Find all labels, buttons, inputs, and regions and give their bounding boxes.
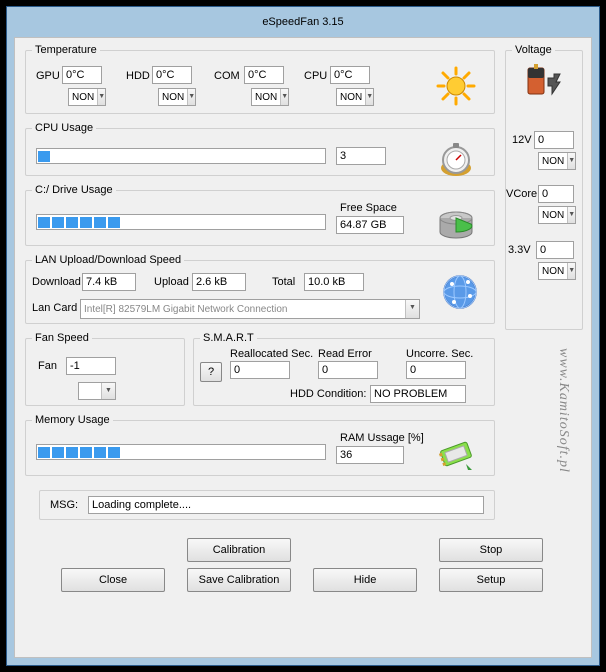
smart-group: S.M.A.R.T Reallocated Sec. Read Error Un… xyxy=(193,332,495,406)
realloc-label: Reallocated Sec. xyxy=(230,348,313,360)
calibration-button[interactable]: Calibration xyxy=(187,538,291,562)
window-title: eSpeedFan 3.15 xyxy=(262,16,343,28)
condition-value[interactable] xyxy=(370,385,466,403)
temperature-group: Temperature GPU NON▼ HDD NON▼ COM NON▼ C… xyxy=(25,44,495,114)
msg-value[interactable] xyxy=(88,496,484,514)
lan-card-select[interactable]: Intel[R] 82579LM Gigabit Network Connect… xyxy=(80,299,420,319)
msg-label: MSG: xyxy=(50,499,78,511)
smart-help-button[interactable]: ? xyxy=(200,362,222,382)
cpu-label: CPU xyxy=(304,70,327,82)
drive-usage-legend: C:/ Drive Usage xyxy=(32,184,116,196)
read-error-label: Read Error xyxy=(318,348,372,360)
vcore-label: VCore xyxy=(506,188,537,200)
vcore-mode-select[interactable]: NON▼ xyxy=(538,206,576,224)
hide-button[interactable]: Hide xyxy=(313,568,417,592)
cpu-mode-select[interactable]: NON▼ xyxy=(336,88,374,106)
drive-usage-group: C:/ Drive Usage Free Space xyxy=(25,184,495,246)
realloc-value[interactable] xyxy=(230,361,290,379)
setup-button[interactable]: Setup xyxy=(439,568,543,592)
branding-text: www.KamitoSoft.pl xyxy=(555,348,571,473)
temperature-legend: Temperature xyxy=(32,44,100,56)
read-error-value[interactable] xyxy=(318,361,378,379)
upload-label: Upload xyxy=(154,276,189,288)
chevron-down-icon: ▼ xyxy=(97,89,105,105)
bar-segment xyxy=(38,151,50,162)
com-value[interactable] xyxy=(244,66,284,84)
ram-value[interactable] xyxy=(336,446,404,464)
chevron-down-icon: ▼ xyxy=(567,153,575,169)
com-mode-select[interactable]: NON▼ xyxy=(251,88,289,106)
fan-speed-legend: Fan Speed xyxy=(32,332,92,344)
chevron-down-icon: ▼ xyxy=(405,300,419,318)
titlebar[interactable]: eSpeedFan 3.15 xyxy=(7,7,599,35)
stopwatch-icon xyxy=(436,138,476,178)
cpu-usage-bar xyxy=(36,148,326,164)
chevron-down-icon: ▼ xyxy=(567,207,575,223)
fan-value[interactable] xyxy=(66,357,116,375)
drive-icon xyxy=(436,204,476,244)
chevron-down-icon: ▼ xyxy=(101,383,115,399)
cpu-value[interactable] xyxy=(330,66,370,84)
v33-label: 3.3V xyxy=(508,244,531,256)
smart-legend: S.M.A.R.T xyxy=(200,332,257,344)
msg-group: MSG: xyxy=(39,490,495,520)
v33-value[interactable] xyxy=(536,241,574,259)
voltage-group: Voltage 12V NON▼ VCore NON▼ 3.3V NON▼ xyxy=(505,44,583,330)
hdd-label: HDD xyxy=(126,70,150,82)
memory-legend: Memory Usage xyxy=(32,414,113,426)
uncorr-label: Uncorre. Sec. xyxy=(406,348,473,360)
uncorr-value[interactable] xyxy=(406,361,466,379)
cpu-usage-value[interactable] xyxy=(336,147,386,165)
battery-plug-icon xyxy=(522,62,566,102)
close-button[interactable]: Close xyxy=(61,568,165,592)
chevron-down-icon: ▼ xyxy=(187,89,195,105)
free-space-label: Free Space xyxy=(340,202,397,214)
lan-card-label: Lan Card xyxy=(32,302,77,314)
condition-label: HDD Condition: xyxy=(290,388,366,400)
v12-label: 12V xyxy=(512,134,532,146)
hdd-value[interactable] xyxy=(152,66,192,84)
download-value[interactable] xyxy=(82,273,136,291)
stop-button[interactable]: Stop xyxy=(439,538,543,562)
hdd-mode-select[interactable]: NON▼ xyxy=(158,88,196,106)
gpu-mode-select[interactable]: NON▼ xyxy=(68,88,106,106)
voltage-legend: Voltage xyxy=(512,44,555,56)
gpu-label: GPU xyxy=(36,70,60,82)
client-area: Temperature GPU NON▼ HDD NON▼ COM NON▼ C… xyxy=(14,37,592,658)
chevron-down-icon: ▼ xyxy=(365,89,373,105)
chevron-down-icon: ▼ xyxy=(280,89,288,105)
vcore-value[interactable] xyxy=(538,185,574,203)
com-label: COM xyxy=(214,70,240,82)
v12-value[interactable] xyxy=(534,131,574,149)
v33-mode-select[interactable]: NON▼ xyxy=(538,262,576,280)
v12-mode-select[interactable]: NON▼ xyxy=(538,152,576,170)
fan-speed-group: Fan Speed Fan ▼ xyxy=(25,332,185,406)
fan-label: Fan xyxy=(38,360,57,372)
download-label: Download xyxy=(32,276,81,288)
memory-bar xyxy=(36,444,326,460)
total-value[interactable] xyxy=(304,273,364,291)
chevron-down-icon: ▼ xyxy=(567,263,575,279)
free-space-value[interactable] xyxy=(336,216,404,234)
cpu-usage-group: CPU Usage xyxy=(25,122,495,176)
upload-value[interactable] xyxy=(192,273,246,291)
total-label: Total xyxy=(272,276,295,288)
cpu-usage-legend: CPU Usage xyxy=(32,122,96,134)
sun-icon xyxy=(434,64,478,108)
lan-legend: LAN Upload/Download Speed xyxy=(32,254,184,266)
ram-chip-icon xyxy=(436,434,476,474)
ram-label: RAM Ussage [%] xyxy=(340,432,424,444)
drive-usage-bar xyxy=(36,214,326,230)
fan-mode-select[interactable]: ▼ xyxy=(78,382,116,400)
network-globe-icon xyxy=(440,272,480,312)
save-calibration-button[interactable]: Save Calibration xyxy=(187,568,291,592)
lan-group: LAN Upload/Download Speed Download Uploa… xyxy=(25,254,495,324)
memory-group: Memory Usage RAM Ussage [%] xyxy=(25,414,495,476)
app-window: eSpeedFan 3.15 Temperature GPU NON▼ HDD … xyxy=(6,6,600,666)
gpu-value[interactable] xyxy=(62,66,102,84)
